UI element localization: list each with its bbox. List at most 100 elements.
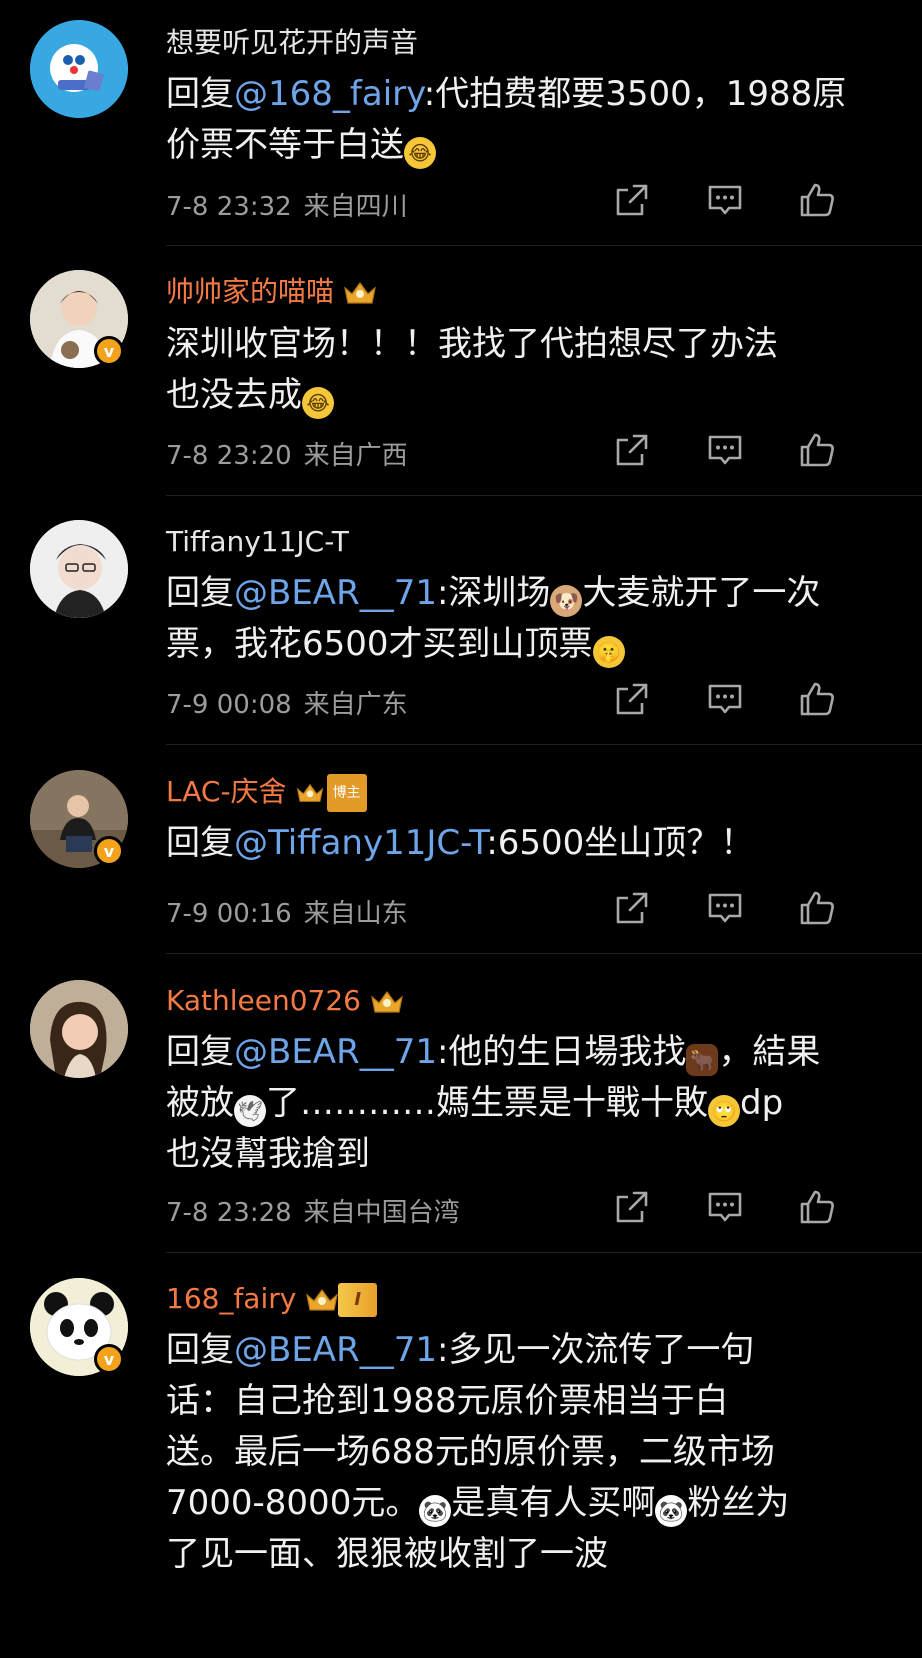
- verified-badge: v: [94, 336, 124, 366]
- location: 来自广西: [303, 441, 408, 471]
- username[interactable]: 168_fairy I: [166, 1282, 378, 1317]
- reply-prefix: 回复: [166, 74, 234, 114]
- username[interactable]: 想要听见花开的声音: [166, 26, 418, 60]
- mention-link[interactable]: @BEAR__71: [234, 573, 437, 613]
- comment-icon[interactable]: [705, 430, 745, 470]
- comment-text-part: 了见一面、狠狠被收割了一波: [166, 1534, 608, 1574]
- laugh-cry-emoji-icon: 😂: [404, 137, 436, 169]
- comment-icon[interactable]: [705, 180, 745, 220]
- comment-text-part: 7000-8000元。: [166, 1483, 420, 1523]
- comment-text-part: 送。最后一场688元的原价票，二级市场: [166, 1432, 775, 1472]
- comment-text-part: 被放: [166, 1083, 234, 1123]
- dove-emoji-icon: 🕊: [234, 1095, 266, 1127]
- divider: [166, 495, 922, 496]
- timestamp: 7-8 23:32: [166, 192, 292, 222]
- comment-text-part: :深圳场: [436, 573, 551, 613]
- comment-icon[interactable]: [705, 1187, 745, 1227]
- comment-text: 回复@BEAR__71:他的生日場我找 🐂 ，結果 被放 🕊了…………媽生票是十戰十敗…: [166, 1027, 896, 1180]
- share-icon[interactable]: [612, 430, 652, 470]
- location: 来自广东: [303, 690, 408, 720]
- comment-text-part: :多见一次流传了一句: [436, 1330, 755, 1370]
- location: 来自中国台湾: [303, 1198, 460, 1228]
- reply-prefix: 回复: [166, 573, 234, 613]
- mention-link[interactable]: @BEAR__71: [234, 1330, 437, 1370]
- comment-icon[interactable]: [705, 679, 745, 719]
- username[interactable]: LAC-庆舍 博主: [166, 774, 367, 812]
- verified-badge: v: [94, 1344, 124, 1374]
- reply-prefix: 回复: [166, 1032, 234, 1072]
- timestamp: 7-8 23:28: [166, 1198, 292, 1228]
- comment-text-part: 票，我花6500才买到山顶票: [166, 624, 593, 664]
- dog-emoji-icon: 🐶: [550, 585, 583, 617]
- mention-link[interactable]: @BEAR__71: [234, 1032, 437, 1072]
- timestamp: 7-9 00:16: [166, 899, 292, 929]
- comment-meta: 7-9 00:08 来自广东: [166, 684, 408, 721]
- comment-text-part: :他的生日場我找: [436, 1032, 687, 1072]
- username-text: 168_fairy: [166, 1282, 297, 1315]
- username-text: LAC-庆舍: [166, 775, 287, 808]
- like-icon[interactable]: [797, 1187, 837, 1227]
- person-avatar-icon: [30, 520, 128, 618]
- comment-text: 深圳收官场！！！我找了代拍想尽了办法 也没去成 😂: [166, 319, 896, 421]
- doraemon-avatar-icon: [30, 20, 128, 118]
- timestamp: 7-8 23:20: [166, 441, 292, 471]
- divider: [166, 744, 922, 745]
- share-icon[interactable]: [612, 180, 652, 220]
- comment-meta: 7-8 23:20 来自广西: [166, 435, 408, 472]
- shush-emoji-icon: 🤫: [592, 636, 625, 668]
- comment-meta: 7-9 00:16 来自山东: [166, 893, 408, 930]
- comment-text-part: :代拍费都要3500，1988原: [423, 74, 847, 114]
- location: 来自山东: [303, 899, 408, 929]
- comment-text-part: 话：自己抢到1988元原价票相当于白: [166, 1381, 729, 1421]
- username-text: 帅帅家的喵喵: [166, 275, 335, 308]
- username[interactable]: Kathleen0726: [166, 984, 405, 1018]
- share-icon[interactable]: [612, 679, 652, 719]
- username-text: Kathleen0726: [166, 984, 361, 1017]
- eye-roll-emoji-icon: 🙄: [708, 1095, 740, 1127]
- comment-text-part: 也没去成: [166, 375, 302, 415]
- crown-icon: [304, 1286, 340, 1314]
- share-icon[interactable]: [612, 888, 652, 928]
- reply-prefix: 回复: [166, 823, 234, 863]
- comment-text-part: :6500坐山顶？！: [486, 823, 755, 863]
- mention-link[interactable]: @Tiffany11JC-T: [234, 823, 486, 863]
- panda-emoji-icon: 🐼: [419, 1495, 452, 1527]
- comment-text: 回复@168_fairy:代拍费都要3500，1988原 价票不等于白送 😂: [166, 69, 896, 171]
- like-icon[interactable]: [797, 430, 837, 470]
- comment-text-part: 粉丝为: [687, 1483, 790, 1523]
- like-icon[interactable]: [797, 679, 837, 719]
- divider: [166, 245, 922, 246]
- comment-text-part: 了…………媽生票是十戰十敗: [266, 1083, 708, 1123]
- crown-icon: [342, 279, 378, 307]
- laugh-cry-emoji-icon: 😂: [302, 387, 334, 419]
- avatar[interactable]: [30, 980, 128, 1078]
- avatar[interactable]: [30, 20, 128, 118]
- comment-text-part: dp: [740, 1083, 784, 1123]
- panda-emoji-icon: 🐼: [655, 1495, 688, 1527]
- comment-text: 回复@BEAR__71:深圳场 🐶 大麦就开了一次 票，我花6500才买到山顶票 🤫: [166, 568, 896, 670]
- comment-text-part: 也沒幫我搶到: [166, 1134, 370, 1174]
- crown-icon: [295, 781, 325, 805]
- share-icon[interactable]: [612, 1187, 652, 1227]
- comment-meta: 7-8 23:32 来自四川: [166, 186, 408, 223]
- comment-text-part: 价票不等于白送: [166, 125, 404, 165]
- divider: [166, 1252, 922, 1253]
- comment-text-part: 大麦就开了一次: [582, 573, 821, 613]
- mention-link[interactable]: @168_fairy: [234, 74, 424, 114]
- timestamp: 7-9 00:08: [166, 690, 292, 720]
- blogger-tag: 博主: [326, 774, 367, 812]
- location: 来自四川: [303, 192, 408, 222]
- username[interactable]: Tiffany11JC-T: [166, 525, 349, 559]
- like-icon[interactable]: [797, 180, 837, 220]
- comment-text-part: 是真有人买啊: [451, 1483, 656, 1523]
- comment-text-part: ，結果: [718, 1032, 821, 1072]
- comment-meta: 7-8 23:28 来自中国台湾: [166, 1192, 460, 1229]
- person-avatar-icon: [30, 980, 128, 1078]
- avatar[interactable]: [30, 520, 128, 618]
- comment-icon[interactable]: [705, 888, 745, 928]
- username[interactable]: 帅帅家的喵喵: [166, 275, 378, 309]
- divider: [166, 953, 922, 954]
- cow-emoji-icon: 🐂: [686, 1044, 719, 1076]
- like-icon[interactable]: [797, 888, 837, 928]
- level-badge: I: [338, 1283, 378, 1317]
